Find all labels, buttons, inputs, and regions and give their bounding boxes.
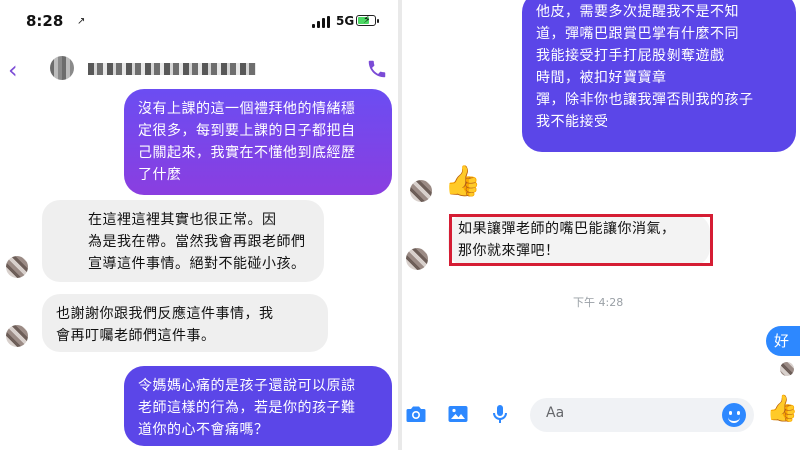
sender-avatar	[6, 325, 28, 347]
network-type: 5G	[336, 14, 355, 28]
contact-name-redacted[interactable]	[88, 63, 256, 75]
highlight-box	[449, 214, 713, 266]
sender-avatar	[410, 180, 432, 202]
read-receipt-avatar	[780, 362, 794, 376]
composer-bar: Aa 👍	[402, 394, 800, 434]
message-input[interactable]: Aa	[530, 398, 754, 432]
message-timestamp: 下午 4:28	[573, 296, 624, 309]
contact-avatar[interactable]	[50, 56, 74, 80]
battery-icon: ⚡	[356, 13, 379, 26]
message-bubble-received[interactable]: 也謝謝你跟我們反應這件事情，我 會再叮囑老師們這件事。	[42, 294, 328, 352]
photo-icon[interactable]	[446, 402, 470, 426]
status-time: 8:28	[26, 12, 64, 30]
left-screenshot: 8:28 ↗ 5G ⚡ ‹ 沒有上課的這一個禮拜他的情緒穩 定很多，每到要上課的…	[0, 0, 398, 450]
message-bubble-received[interactable]: 在這裡這裡其實也很正常。因 為是我在帶。當然我會再跟老師們 宣導這件事情。絕對不…	[42, 200, 324, 282]
message-input-placeholder: Aa	[546, 405, 565, 421]
message-bubble-sent[interactable]: 沒有上課的這一個禮拜他的情緒穩 定很多，每到要上課的日子都把自 己關起來，我實在…	[124, 89, 392, 195]
phone-call-icon[interactable]	[366, 58, 388, 80]
message-bubble-sent[interactable]: 好	[766, 326, 800, 356]
message-bubble-sent[interactable]: 令媽媽心痛的是孩子還說可以原諒 老師這樣的行為，若是你的孩子難 道你的心不會痛嗎…	[124, 366, 392, 446]
right-screenshot: 他皮，需要多次提醒我不是不知 道，彈嘴巴跟賞巴掌有什麼不同 我能接受打手打屁股剝…	[402, 0, 800, 450]
like-button-icon[interactable]: 👍	[766, 394, 798, 424]
emoji-icon[interactable]	[722, 403, 746, 427]
message-bubble-sent[interactable]: 他皮，需要多次提醒我不是不知 道，彈嘴巴跟賞巴掌有什麼不同 我能接受打手打屁股剝…	[522, 0, 796, 152]
sender-avatar	[6, 256, 28, 278]
location-icon: ↗	[77, 16, 86, 27]
like-icon: 👍	[444, 164, 482, 199]
sender-avatar	[406, 248, 428, 270]
signal-icon	[312, 16, 332, 28]
mic-icon[interactable]	[488, 402, 512, 426]
camera-icon[interactable]	[404, 402, 428, 426]
back-icon[interactable]: ‹	[8, 56, 18, 84]
